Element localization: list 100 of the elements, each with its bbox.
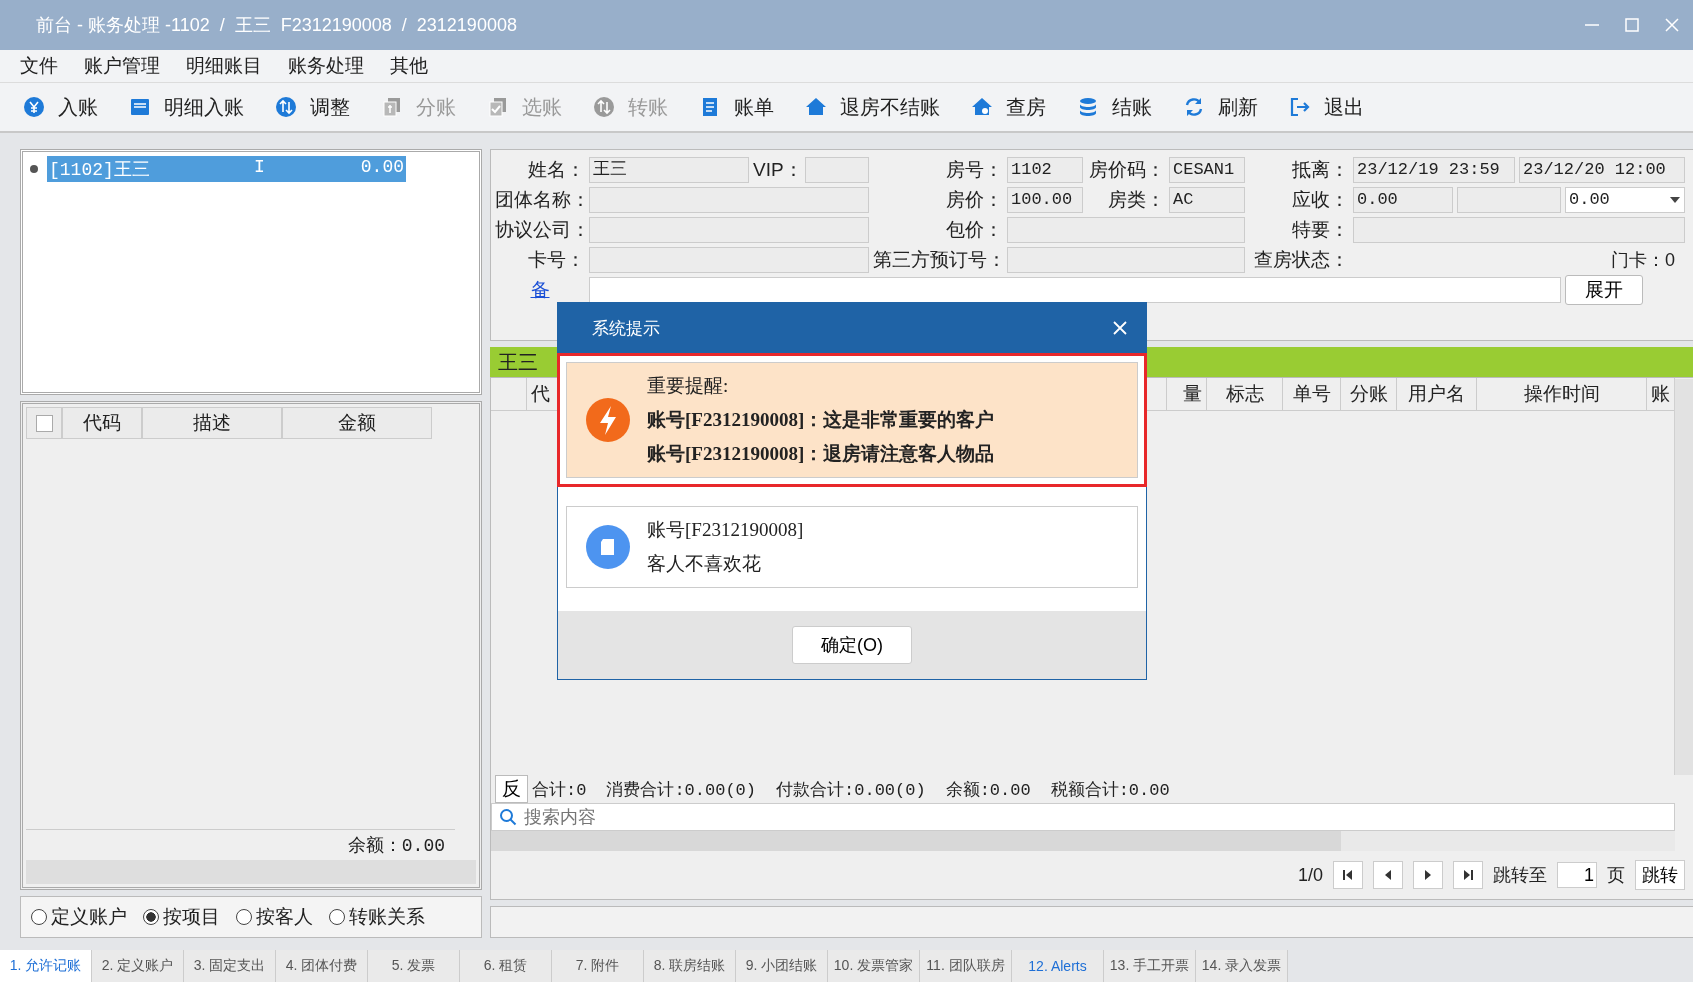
alert-text: 账号[F2312190008]：退房请注意客人物品 (647, 442, 995, 466)
bottom-tab[interactable]: 3. 固定支出 (184, 950, 276, 982)
field-label: 房价： (945, 188, 1003, 212)
radio-option[interactable]: 按客人 (236, 904, 313, 930)
input-field[interactable] (805, 157, 869, 183)
input-field[interactable] (589, 187, 869, 213)
input-field[interactable] (1007, 247, 1245, 273)
input-field[interactable] (589, 217, 869, 243)
pager-button[interactable] (1453, 861, 1483, 889)
bottom-tab[interactable]: 6. 租赁 (460, 950, 552, 982)
checkbox[interactable] (35, 414, 53, 432)
menu-item[interactable]: 账务处理 (288, 53, 364, 79)
scrollbar[interactable] (1674, 379, 1693, 775)
total-text: 消费合计:0.00(0) (606, 779, 757, 801)
toolbar-button[interactable]: 入账 (16, 89, 104, 125)
column-header: 量 (1167, 378, 1207, 410)
column-header: 用户名 (1397, 378, 1477, 410)
balance-text: 余额：0.00 (347, 835, 445, 857)
radio-option[interactable]: 按项目 (143, 904, 220, 930)
toolbar-button[interactable]: 明细入账 (122, 89, 250, 125)
bottom-tab[interactable]: 8. 联房结账 (644, 950, 736, 982)
pager-button[interactable] (1333, 861, 1363, 889)
toolbar-button[interactable]: 刷新 (1176, 89, 1264, 125)
bullet-icon (29, 164, 39, 174)
menu-item[interactable]: 账户管理 (84, 53, 160, 79)
toolbar-button[interactable]: 查房 (964, 89, 1052, 125)
scrollbar-thumb[interactable] (491, 831, 1341, 851)
toolbar-button[interactable]: 退房不结账 (798, 89, 946, 125)
column-header: 描述 (142, 407, 282, 439)
input-field[interactable]: 23/12/20 12:00 (1519, 157, 1685, 183)
bottom-tab[interactable]: 1. 允许记账 (0, 950, 92, 982)
lightning-icon (585, 397, 631, 443)
remark-field[interactable] (589, 277, 1561, 303)
page-info: 1/0 (1297, 864, 1323, 886)
field-label: 房类： (1107, 188, 1165, 212)
bottom-tab[interactable]: 5. 发票 (368, 950, 460, 982)
field-label: 团体名称： (495, 188, 585, 212)
radio-option[interactable]: 定义账户 (31, 904, 127, 930)
column-header: 代码 (62, 407, 142, 439)
swap-icon (274, 95, 298, 119)
total-text: 税额合计:0.00 (1050, 779, 1170, 801)
input-field[interactable] (1353, 217, 1685, 243)
bottom-tab[interactable]: 14. 录入发票 (1196, 950, 1288, 982)
dropdown-icon (1669, 196, 1681, 204)
input-field[interactable]: 100.00 (1007, 187, 1083, 213)
field-label: 抵离： (1291, 158, 1349, 182)
bottom-tab[interactable]: 2. 定义账户 (92, 950, 184, 982)
exit-icon (1288, 95, 1312, 119)
input-field[interactable] (1457, 187, 1561, 213)
pager-button[interactable] (1413, 861, 1443, 889)
page-input[interactable]: 1 (1557, 862, 1597, 888)
door-card-text: 门卡：0 (1610, 249, 1676, 272)
field-label: VIP： (753, 158, 801, 182)
toolbar-button[interactable]: 调整 (268, 89, 356, 125)
jump-button[interactable]: 跳转 (1635, 860, 1685, 890)
bottom-tab[interactable]: 7. 附件 (552, 950, 644, 982)
bottom-tab[interactable]: 12. Alerts (1012, 950, 1104, 982)
input-field[interactable]: CESAN1 (1169, 157, 1245, 183)
field-label: 姓名： (527, 158, 585, 182)
yen-icon (22, 95, 46, 119)
toolbar-button[interactable]: 结账 (1070, 89, 1158, 125)
remark-link[interactable]: 备 (495, 277, 585, 303)
input-field[interactable]: 王三 (589, 157, 749, 183)
input-field[interactable] (589, 247, 869, 273)
column-header: 分账 (1341, 378, 1397, 410)
alert-text: 账号[F2312190008]：这是非常重要的客户 (647, 408, 995, 432)
search-icon (499, 808, 517, 826)
menu-item[interactable]: 文件 (20, 53, 58, 79)
bottom-tab[interactable]: 13. 手工开票 (1104, 950, 1196, 982)
field-label: 协议公司： (495, 218, 585, 242)
reverse-button[interactable]: 反 (495, 775, 528, 803)
alert-text: 客人不喜欢花 (647, 552, 762, 576)
bottom-tab[interactable]: 9. 小团结账 (736, 950, 828, 982)
bottom-tab[interactable]: 4. 团体付费 (276, 950, 368, 982)
field-label: 特要： (1291, 218, 1349, 242)
input-field[interactable]: 23/12/19 23:59 (1353, 157, 1515, 183)
maximize-icon[interactable] (1623, 16, 1641, 34)
field-label: 房号： (945, 158, 1003, 182)
expand-button[interactable]: 展开 (1565, 275, 1643, 305)
search-field[interactable]: 搜索内容 (491, 803, 1675, 831)
input-field[interactable]: 0.00 (1353, 187, 1453, 213)
field-label: 应收： (1291, 188, 1349, 212)
bottom-tab[interactable]: 10. 发票管家 (828, 950, 920, 982)
ok-button[interactable]: 确定(O) (792, 626, 912, 664)
field-label: 卡号： (527, 248, 585, 272)
menu-item[interactable]: 其他 (390, 53, 428, 79)
close-icon[interactable] (1112, 320, 1128, 336)
bottom-tab[interactable]: 11. 团队联房 (920, 950, 1012, 982)
toolbar-button[interactable]: 退出 (1282, 89, 1370, 125)
radio-option[interactable]: 转账关系 (329, 904, 425, 930)
menu-item[interactable]: 明细账目 (186, 53, 262, 79)
input-field[interactable] (1007, 217, 1245, 243)
dropdown[interactable]: 0.00 (1565, 187, 1685, 213)
column-header: 金额 (282, 407, 432, 439)
pager-button[interactable] (1373, 861, 1403, 889)
input-field[interactable]: 1102 (1007, 157, 1083, 183)
input-field[interactable]: AC (1169, 187, 1245, 213)
total-text: 合计:0 (532, 779, 587, 801)
field-label: 包价： (945, 218, 1003, 242)
toolbar-button[interactable]: 账单 (692, 89, 780, 125)
